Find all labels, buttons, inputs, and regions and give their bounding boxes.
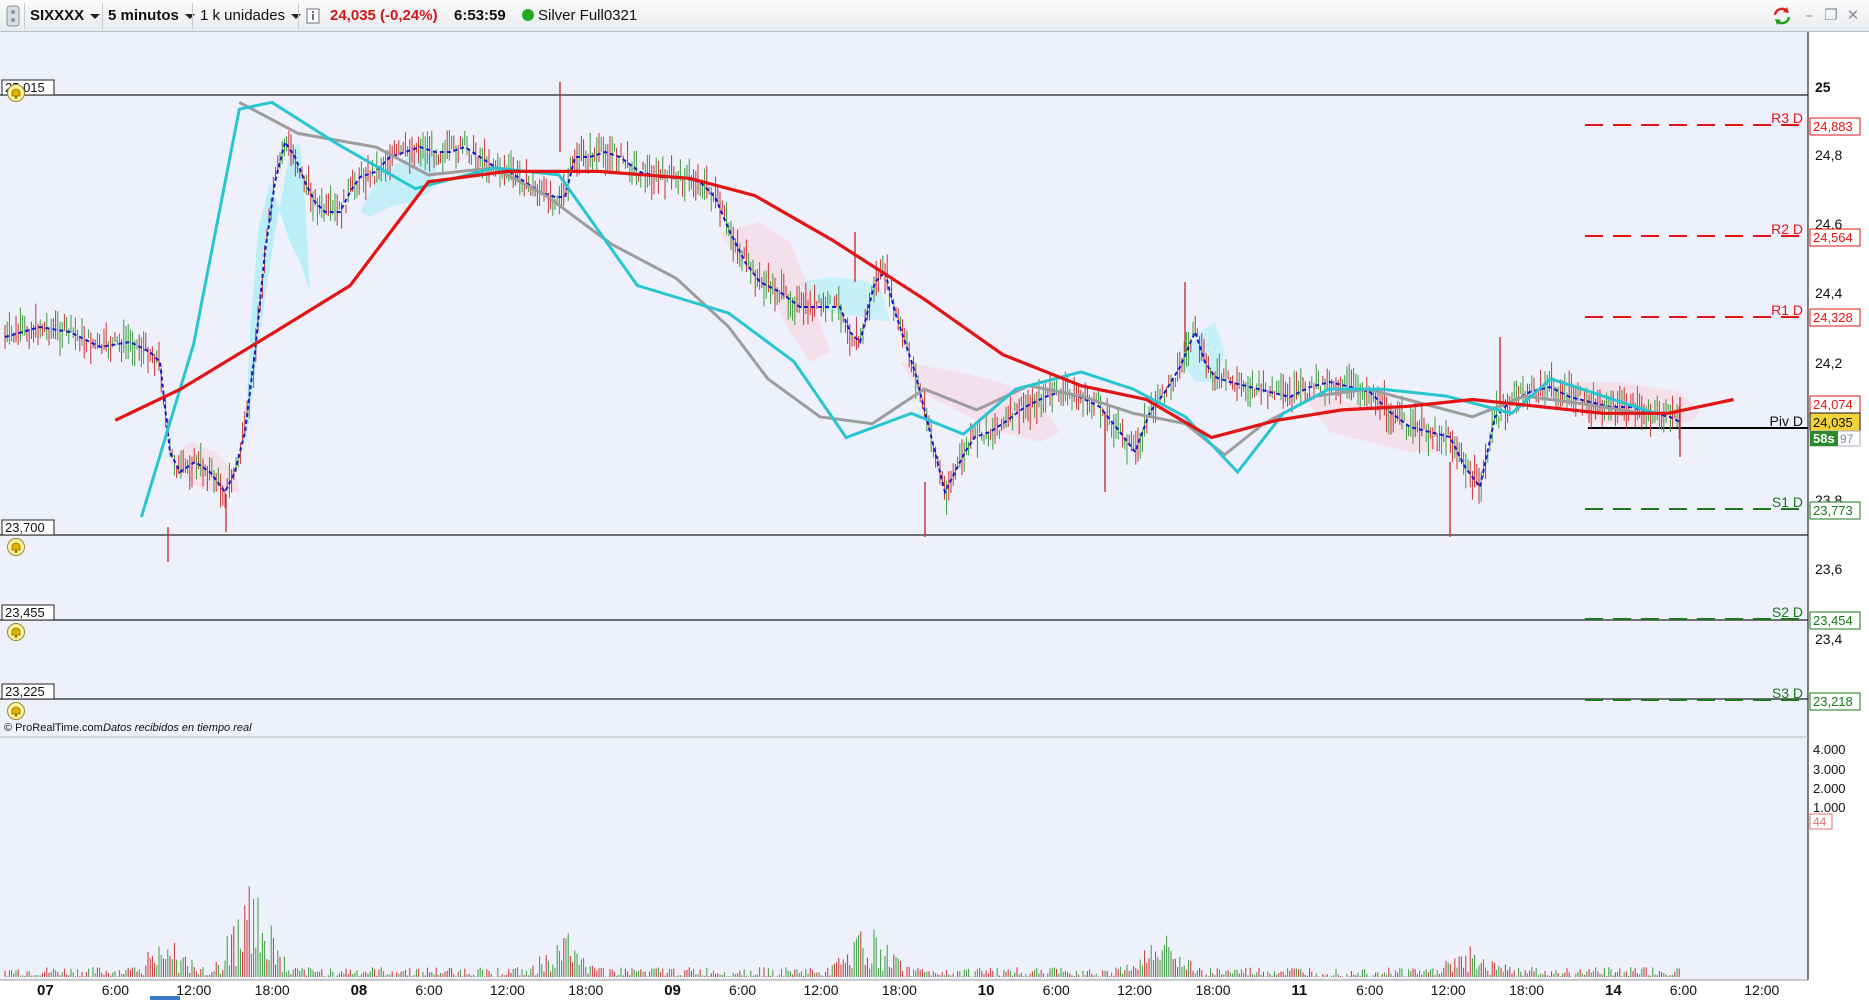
time-axis-label: 18:00 <box>1509 982 1544 998</box>
timeframe-label: 5 minutos <box>108 7 179 24</box>
time-axis-label: 12:00 <box>1431 982 1466 998</box>
price-tick: 23,4 <box>1815 631 1842 647</box>
time-axis-label: 12:00 <box>490 982 525 998</box>
time-axis-label: 6:00 <box>1043 982 1070 998</box>
time-axis-label: 6:00 <box>1356 982 1383 998</box>
status-dot-icon <box>522 9 534 21</box>
time-axis-label: 18:00 <box>882 982 917 998</box>
sync-arrows-icon[interactable] <box>1772 6 1791 25</box>
pivot-label-r1: R1 D <box>1771 302 1803 318</box>
pivot-label-s3: S3 D <box>1772 685 1803 701</box>
price-tick: 24,2 <box>1815 355 1842 371</box>
pivot-value: 23,773 <box>1813 503 1853 518</box>
chevron-down-icon <box>291 13 302 19</box>
time-axis-label: 12:00 <box>803 982 838 998</box>
countdown-timer: 58s <box>1813 431 1835 446</box>
pivot-value-r1: 24,328 <box>1809 308 1861 327</box>
time-axis-label: 09 <box>664 982 681 999</box>
pivot-label-s1: S1 D <box>1772 494 1803 510</box>
volume-tick: 1.000 <box>1813 800 1846 815</box>
feed-status-label: Silver Full0321 <box>538 7 638 24</box>
pivot-label-s2: S2 D <box>1772 604 1803 620</box>
pivot-value-s3: 23,218 <box>1809 692 1861 711</box>
pivot-value: 23,454 <box>1813 613 1853 628</box>
pivot-value-s1: 23,773 <box>1809 501 1861 520</box>
clock-time: 6:53:59 <box>454 7 506 24</box>
current-price-badge: 24,035 <box>1809 412 1861 432</box>
app-logo-icon[interactable] <box>6 0 20 32</box>
alert-value: 23,455 <box>5 605 45 620</box>
volume-tick: 3.000 <box>1813 762 1846 777</box>
chart-background <box>0 32 1808 1000</box>
restore-icon[interactable]: ❐ <box>1822 6 1840 24</box>
countdown-badge: 58s 97 <box>1809 430 1861 447</box>
ma-value: 24,074 <box>1813 397 1853 412</box>
time-axis-label: 6:00 <box>102 982 129 998</box>
price-tick: 23,6 <box>1815 561 1842 577</box>
pivot-label-r2: R2 D <box>1771 221 1803 237</box>
price-tick: 25 <box>1815 79 1831 95</box>
time-axis-label: 12:00 <box>1117 982 1152 998</box>
volume-tick: 4.000 <box>1813 742 1846 757</box>
pivot-value: 23,218 <box>1813 694 1853 709</box>
time-axis-label: 6:00 <box>1670 982 1697 998</box>
symbol-selector[interactable]: SIXXXX <box>30 0 101 32</box>
pivot-value: 24,883 <box>1813 119 1853 134</box>
alert-label-3[interactable]: 23,455 <box>1 604 55 621</box>
units-selector[interactable]: 1 k unidades <box>200 0 302 32</box>
alert-label-2[interactable]: 23,700 <box>1 519 55 536</box>
time-axis-label: 07 <box>37 982 54 999</box>
time-axis-label: 18:00 <box>255 982 290 998</box>
chevron-down-icon <box>184 13 195 19</box>
time-axis-label: 6:00 <box>729 982 756 998</box>
price-tick: 24,8 <box>1815 147 1842 163</box>
time-axis-label: 11 <box>1291 982 1307 999</box>
bell-icon[interactable] <box>7 623 25 641</box>
chart-toolbar: SIXXXX 5 minutos 1 k unidades 24,035 (-0… <box>0 0 1869 32</box>
data-source-note: Datos recibidos en tiempo real <box>103 722 252 734</box>
time-axis-label: 12:00 <box>1744 982 1779 998</box>
close-icon[interactable]: ✕ <box>1844 6 1862 24</box>
feed-status: Silver Full0321 <box>522 0 637 32</box>
pivot-value: 24,564 <box>1813 230 1853 245</box>
alert-value: 23,225 <box>5 684 45 699</box>
units-label: 1 k unidades <box>200 7 286 24</box>
pivot-label-piv: Piv D <box>1770 413 1803 429</box>
time-axis-label: 12:00 <box>176 982 211 998</box>
bell-icon[interactable] <box>7 84 25 102</box>
pivot-label-r3: R3 D <box>1771 110 1803 126</box>
time-axis-label: 08 <box>351 982 368 999</box>
time-axis-label: 14 <box>1605 982 1622 999</box>
ma-value-badge: 24,074 <box>1809 395 1861 414</box>
pivot-value-r3: 24,883 <box>1809 117 1861 136</box>
minimize-icon[interactable]: – <box>1800 6 1818 24</box>
price-change: 24,035 (-0,24%) <box>330 7 438 24</box>
partial-badge: 97 <box>1840 432 1854 446</box>
pivot-value-s2: 23,454 <box>1809 611 1861 630</box>
volume-current-badge: 44 <box>1809 813 1833 830</box>
time-axis-label: 18:00 <box>1195 982 1230 998</box>
symbol-label: SIXXXX <box>30 7 85 24</box>
pivot-value-r2: 24,564 <box>1809 228 1861 247</box>
current-price: 24,035 <box>1813 415 1853 430</box>
chevron-down-icon <box>90 13 101 19</box>
bell-icon[interactable] <box>7 702 25 720</box>
time-axis-label: 10 <box>978 982 995 999</box>
time-axis-label: 6:00 <box>415 982 442 998</box>
copyright-text: © ProRealTime.com <box>4 722 103 734</box>
volume-tick: 2.000 <box>1813 781 1846 796</box>
pivot-value: 24,328 <box>1813 310 1853 325</box>
time-axis-label: 18:00 <box>568 982 603 998</box>
info-icon[interactable] <box>306 0 320 32</box>
price-chart[interactable]: 25,015 23,700 23,455 23,225 R3 D R2 D R1… <box>0 32 1869 1000</box>
bell-icon[interactable] <box>7 538 25 556</box>
timeframe-selector[interactable]: 5 minutos <box>108 0 195 32</box>
alert-label-4[interactable]: 23,225 <box>1 683 55 700</box>
price-tick: 24,4 <box>1815 285 1842 301</box>
alert-value: 23,700 <box>5 520 45 535</box>
volume-current: 44 <box>1813 815 1827 829</box>
